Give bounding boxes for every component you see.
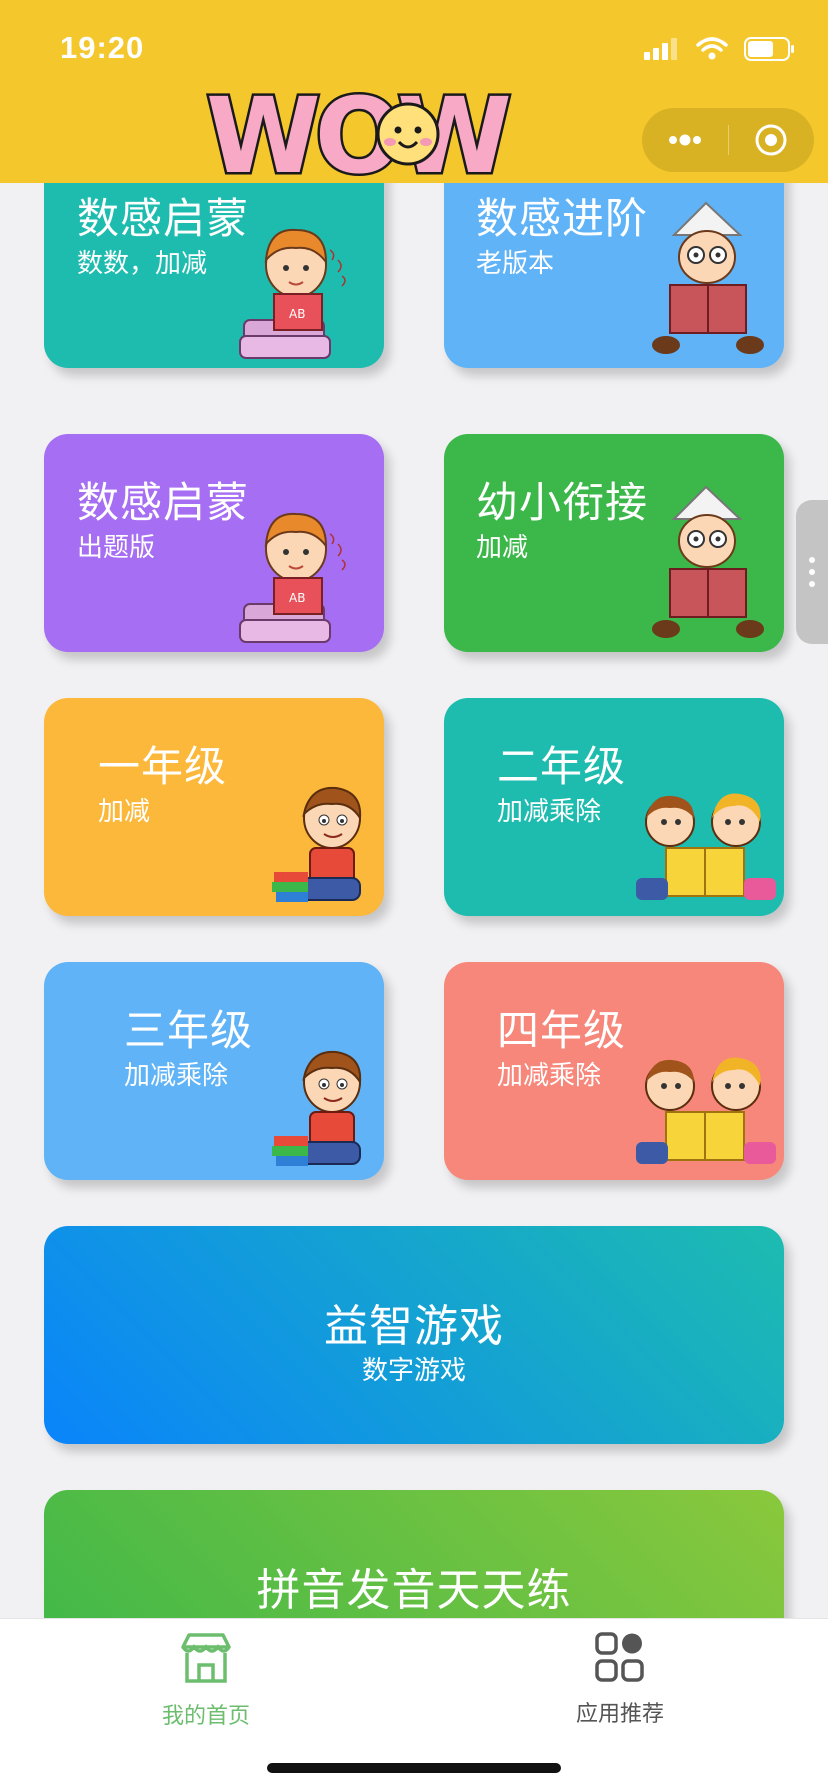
grid-apps-icon [595, 1632, 644, 1682]
card-subtitle: 加减 [476, 532, 529, 562]
boy-paper-hat-illustration [652, 485, 764, 638]
card-youxiao-xianjie[interactable]: 幼小衔接 加减 [444, 434, 784, 652]
card-title: 数感启蒙 [77, 479, 250, 526]
app-header: 19:20 WOW [0, 0, 828, 186]
card-title: 三年级 [124, 1007, 254, 1054]
home-indicator [267, 1763, 561, 1773]
card-title: 拼音发音天天练 [256, 1566, 572, 1615]
kids-reading-together-illustration [636, 793, 776, 900]
card-subtitle: 加减乘除 [497, 796, 602, 826]
card-title: 四年级 [497, 1007, 627, 1054]
kids-reading-together-illustration [636, 1057, 776, 1164]
storefront-icon [181, 1633, 231, 1683]
close-miniprogram-button[interactable] [729, 108, 815, 172]
svg-text:AB: AB [289, 307, 305, 321]
card-title: 数感进阶 [476, 195, 649, 242]
card-title: 一年级 [98, 743, 228, 790]
boy-with-books-illustration [272, 1050, 362, 1166]
tab-app-recommend-label: 应用推荐 [575, 1701, 664, 1726]
wifi-icon [696, 37, 728, 60]
child-reading-illustration: AB [239, 228, 346, 359]
more-button[interactable] [642, 108, 728, 172]
card-grade-2[interactable]: 二年级 加减乘除 [444, 698, 784, 916]
card-title: 益智游戏 [324, 1302, 504, 1351]
svg-text:AB: AB [289, 591, 305, 605]
tab-app-recommend[interactable]: 应用推荐 [520, 1627, 720, 1737]
card-subtitle: 数字游戏 [361, 1355, 466, 1385]
card-puzzle-games[interactable]: 益智游戏 数字游戏 [44, 1226, 784, 1444]
card-subtitle: 老版本 [476, 248, 555, 278]
boy-paper-hat-illustration [652, 201, 764, 354]
boy-with-books-illustration [272, 786, 362, 902]
card-subtitle: 出题版 [77, 532, 156, 562]
handle-dot [809, 569, 815, 575]
status-time: 19:20 [60, 30, 145, 65]
target-circle-icon [755, 124, 787, 156]
more-dots-icon [668, 134, 701, 146]
card-title: 二年级 [497, 743, 627, 790]
tab-home[interactable]: 我的首页 [106, 1627, 306, 1737]
card-subtitle: 加减乘除 [497, 1060, 602, 1090]
handle-dot [809, 557, 815, 563]
status-icons [644, 36, 794, 62]
card-grade-1[interactable]: 一年级 加减 [44, 698, 384, 916]
tab-home-label: 我的首页 [161, 1703, 250, 1728]
card-grade-4[interactable]: 四年级 加减乘除 [444, 962, 784, 1180]
card-subtitle: 数数，加减 [77, 248, 208, 278]
card-title: 幼小衔接 [476, 479, 649, 526]
side-drawer-handle[interactable] [796, 500, 828, 644]
child-reading-illustration: AB [239, 512, 346, 643]
card-shugan-qimeng-chuti[interactable]: 数感启蒙 出题版 AB [44, 434, 384, 652]
handle-dot [809, 581, 815, 587]
miniprogram-capsule [642, 108, 814, 172]
battery-icon [744, 37, 794, 61]
card-grade-3[interactable]: 三年级 加减乘除 [44, 962, 384, 1180]
main-content: 数感启蒙 数数，加减 AB 数感进阶 老版本 数感启蒙 出题版 AB 幼小衔接 … [0, 0, 828, 1620]
svg-text:WOW: WOW [206, 76, 509, 186]
wow-logo: WOW [204, 76, 518, 186]
card-subtitle: 加减乘除 [124, 1060, 229, 1090]
card-pinyin-practice[interactable]: 拼音发音天天练 [44, 1490, 784, 1620]
card-subtitle: 加减 [98, 796, 151, 826]
signal-icon [644, 38, 677, 60]
card-title: 数感启蒙 [77, 195, 250, 242]
